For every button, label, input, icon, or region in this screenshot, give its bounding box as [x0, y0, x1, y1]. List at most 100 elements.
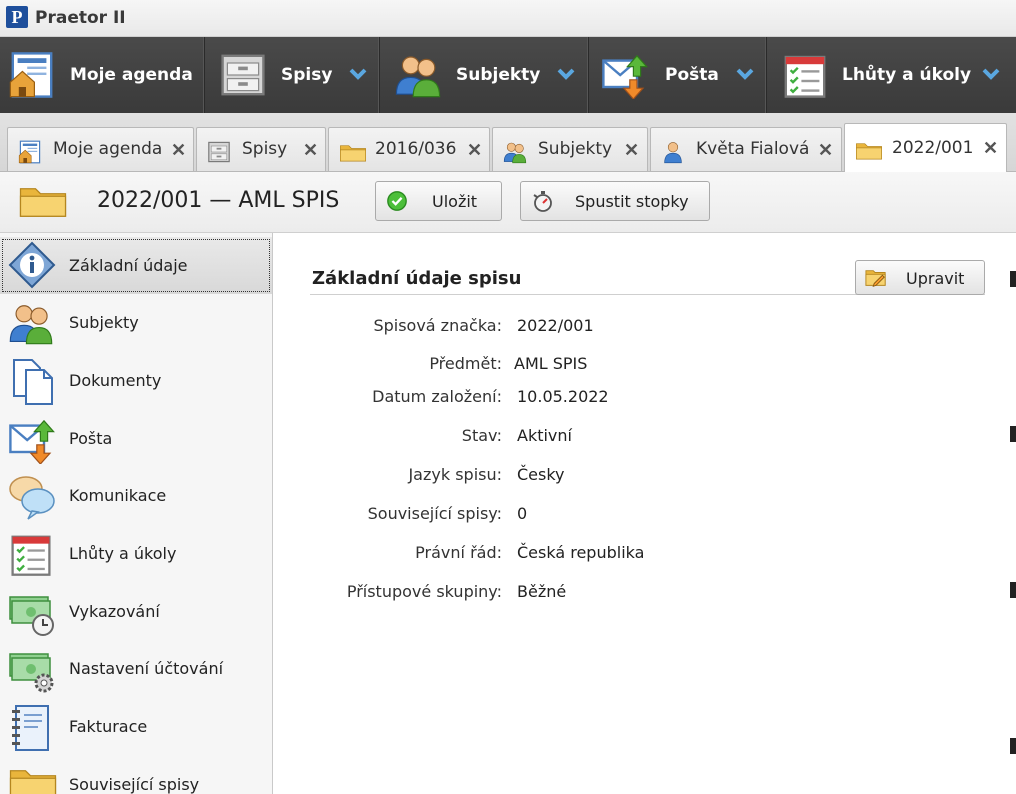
menu-item-label: Pošta	[665, 65, 719, 85]
field-label-spisova-znacka: Spisová značka:	[373, 316, 502, 335]
chevron-down-icon[interactable]	[736, 67, 754, 81]
sidebar-item-subjekty[interactable]: Subjekty	[0, 294, 272, 351]
home-agenda-icon	[8, 51, 56, 99]
save-button-label: Uložit	[432, 192, 478, 211]
sidebar-item-label: Vykazování	[69, 602, 160, 621]
stopwatch-icon	[531, 189, 555, 213]
sidebar-item-label: Základní údaje	[69, 256, 188, 275]
calendar-checklist-icon	[781, 51, 829, 99]
menu-item-lhuty-a-ukoly[interactable]: Lhůty a úkoly	[767, 37, 1016, 113]
tab-label: Spisy	[242, 139, 288, 159]
sidebar-item-posta[interactable]: Pošta	[0, 410, 272, 467]
field-value-spisova-znacka: 2022/001	[517, 316, 594, 335]
menu-item-label: Subjekty	[456, 65, 541, 85]
folder-icon	[8, 762, 58, 794]
section-title: Základní údaje spisu	[312, 268, 522, 289]
field-value-predmet: AML SPIS	[514, 354, 588, 373]
field-value-pristupove-skupiny: Běžné	[517, 582, 567, 601]
edit-button[interactable]: Upravit	[855, 260, 985, 295]
sidebar-item-lhuty-a-ukoly[interactable]: Lhůty a úkoly	[0, 525, 272, 582]
close-icon[interactable]: ✕	[467, 140, 482, 161]
sidebar-item-label: Subjekty	[69, 313, 139, 332]
sidebar-item-label: Fakturace	[69, 717, 148, 736]
sidebar-item-label: Pošta	[69, 429, 113, 448]
tab-spisy[interactable]: Spisy ✕	[196, 127, 326, 171]
close-icon[interactable]: ✕	[171, 140, 186, 161]
edit-folder-icon	[864, 267, 888, 289]
sidebar-item-souvisejici-spisy[interactable]: Související spisy	[0, 756, 272, 794]
menu-item-moje-agenda[interactable]: Moje agenda	[0, 37, 205, 113]
sidebar-item-label: Související spisy	[69, 775, 200, 794]
sidebar-item-vykazovani[interactable]: Vykazování	[0, 583, 272, 640]
tab-2016-036[interactable]: 2016/036 ✕	[328, 127, 490, 171]
tab-label: Květa Fialová	[696, 139, 810, 159]
file-cabinet-icon	[207, 140, 231, 164]
money-clock-icon	[8, 589, 56, 637]
sidebar-item-nastaveni-uctovani[interactable]: Nastavení účtování	[0, 640, 272, 697]
main-menu: Moje agenda Spisy Subjekty Pošta Lhůty a…	[0, 37, 1016, 113]
sidebar: Základní údaje Subjekty Dokumenty Pošta …	[0, 233, 273, 794]
close-icon[interactable]: ✕	[624, 140, 639, 161]
chevron-down-icon[interactable]	[349, 67, 367, 81]
menu-item-label: Spisy	[281, 65, 333, 85]
chevron-down-icon[interactable]	[557, 67, 575, 81]
info-icon	[8, 241, 56, 289]
field-value-souvisejici-spisy: 0	[517, 504, 528, 523]
field-label-stav: Stav:	[461, 426, 502, 445]
menu-item-subjekty[interactable]: Subjekty	[380, 37, 589, 113]
tab-label: Moje agenda	[53, 139, 163, 159]
field-label-pristupove-skupiny: Přístupové skupiny:	[346, 582, 502, 601]
sidebar-item-label: Dokumenty	[69, 371, 162, 390]
mail-icon	[601, 51, 649, 99]
person-icon	[661, 140, 685, 164]
chevron-down-icon[interactable]	[982, 67, 1000, 81]
clipped-panel-edge	[1010, 738, 1016, 754]
field-value-stav: Aktivní	[517, 426, 572, 445]
money-gear-icon	[8, 646, 56, 694]
people-icon	[503, 140, 527, 164]
check-icon	[386, 190, 408, 212]
file-cabinet-icon	[219, 51, 267, 99]
close-icon[interactable]: ✕	[818, 140, 833, 161]
field-value-datum-zalozeni: 10.05.2022	[517, 387, 609, 406]
tab-label: Subjekty	[538, 139, 613, 159]
folder-icon	[855, 138, 883, 162]
calendar-checklist-icon	[8, 531, 54, 577]
tab-subjekty[interactable]: Subjekty ✕	[492, 127, 648, 171]
field-label-souvisejici-spisy: Související spisy:	[367, 504, 502, 523]
start-stopwatch-label: Spustit stopky	[575, 192, 689, 211]
tab-label: 2022/001	[892, 138, 974, 158]
tab-label: 2016/036	[375, 139, 457, 159]
invoice-notebook-icon	[8, 704, 56, 752]
menu-item-spisy[interactable]: Spisy	[205, 37, 380, 113]
sidebar-item-komunikace[interactable]: Komunikace	[0, 467, 272, 524]
menu-item-label: Lhůty a úkoly	[842, 65, 972, 85]
page-title: 2022/001 — AML SPIS	[97, 188, 340, 213]
field-label-pravni-rad: Právní řád:	[415, 543, 502, 562]
clipped-panel-edge	[1010, 582, 1016, 598]
folder-icon	[18, 181, 68, 219]
tab-kveta-fialova[interactable]: Květa Fialová ✕	[650, 127, 842, 171]
field-label-predmet: Předmět:	[429, 354, 502, 373]
sidebar-item-label: Nastavení účtování	[69, 659, 224, 678]
start-stopwatch-button[interactable]: Spustit stopky	[520, 181, 710, 221]
field-label-datum-zalozeni: Datum založení:	[372, 387, 502, 406]
sidebar-item-zakladni-udaje[interactable]: Základní údaje	[0, 237, 272, 294]
clipped-panel-edge	[1010, 426, 1016, 442]
sidebar-item-fakturace[interactable]: Fakturace	[0, 698, 272, 755]
app-logo-icon: P	[6, 6, 28, 28]
field-label-jazyk-spisu: Jazyk spisu:	[408, 465, 502, 484]
clipped-panel-edge	[1010, 271, 1016, 287]
mail-icon	[8, 416, 56, 464]
menu-item-posta[interactable]: Pošta	[589, 37, 767, 113]
documents-icon	[8, 358, 56, 406]
app-title: Praetor II	[35, 8, 126, 28]
field-value-pravni-rad: Česká republika	[517, 543, 645, 562]
sidebar-item-dokumenty[interactable]: Dokumenty	[0, 352, 272, 409]
sidebar-item-label: Lhůty a úkoly	[69, 544, 177, 563]
close-icon[interactable]: ✕	[983, 138, 998, 159]
tab-moje-agenda[interactable]: Moje agenda ✕	[7, 127, 194, 171]
save-button[interactable]: Uložit	[375, 181, 502, 221]
tab-2022-001[interactable]: 2022/001 ✕	[844, 123, 1007, 172]
close-icon[interactable]: ✕	[303, 140, 318, 161]
